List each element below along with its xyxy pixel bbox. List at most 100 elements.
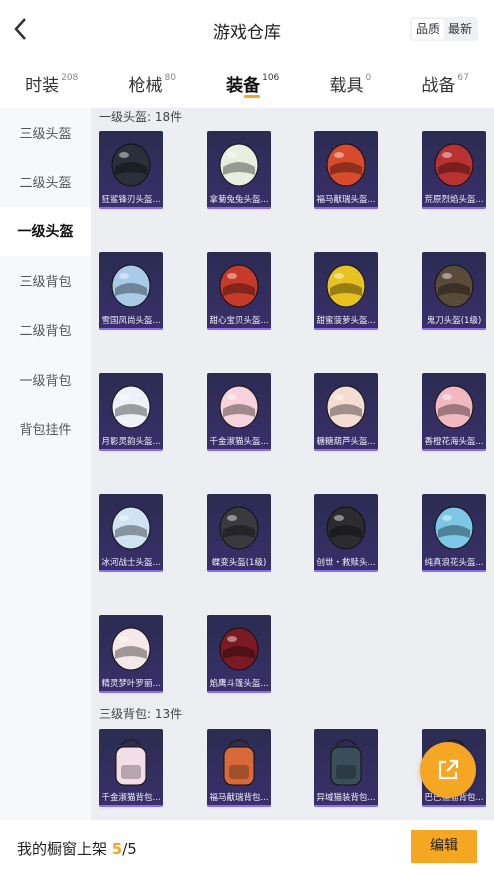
rarity-bar — [314, 328, 378, 330]
helmet-card[interactable]: 纯真浪花头盔... — [422, 494, 486, 572]
helmet-card[interactable]: 焰鹰斗篷头盔... — [207, 615, 271, 693]
item-name: 蝶变头盔(1级) — [211, 558, 267, 568]
tab-fashion[interactable]: 时装 208 — [25, 58, 78, 108]
helmet-icon — [434, 385, 474, 429]
item-name: 福马献瑞头盔... — [316, 195, 376, 205]
rarity-bar — [314, 570, 378, 572]
rarity-bar — [99, 449, 163, 451]
item-name: 千金淑猫背包... — [101, 793, 161, 803]
rarity-bar — [99, 805, 163, 807]
rarity-bar — [422, 328, 486, 330]
sidebar-item-backpack-lv2[interactable]: 二级背包 — [0, 305, 91, 354]
helmet-icon — [434, 264, 474, 308]
sidebar-item-helmet-lv2[interactable]: 二级头盔 — [0, 157, 91, 206]
item-name: 千金淑猫头盔... — [209, 437, 269, 447]
helmet-icon — [111, 264, 151, 308]
item-name: 鬼刀头盔(1级) — [426, 316, 482, 326]
rarity-bar — [314, 207, 378, 209]
helmet-card[interactable]: 甜蜜菠萝头盔... — [314, 252, 378, 330]
rarity-bar — [99, 328, 163, 330]
helmet-card[interactable]: 冰河战士头盔... — [99, 494, 163, 572]
tab-weapons[interactable]: 枪械 80 — [128, 58, 175, 108]
helmet-card[interactable]: 糖糖葫芦头盔... — [314, 373, 378, 451]
sidebar-item-helmet-lv3[interactable]: 三级头盔 — [0, 108, 91, 157]
tab-label: 枪械 — [128, 76, 163, 96]
helmet-icon — [326, 385, 366, 429]
item-name: 香橙花海头盔... — [424, 437, 484, 447]
rarity-bar — [422, 570, 486, 572]
section-title-backpacks: 三级背包: 13件 — [99, 707, 183, 721]
tab-equipment[interactable]: 装备 106 — [226, 58, 279, 108]
helmet-icon — [111, 627, 151, 671]
helmet-icon — [219, 264, 259, 308]
item-name: 荒原烈焰头盔... — [424, 195, 484, 205]
tab-supplies[interactable]: 战备 67 — [421, 58, 468, 108]
item-name: 雪国凤尚头盔... — [101, 316, 161, 326]
helmet-icon — [111, 385, 151, 429]
shelf-status: 我的橱窗上架 5/5 — [17, 838, 137, 859]
helmet-card[interactable]: 甜心宝贝头盔... — [207, 252, 271, 330]
sidebar-item-backpack-lv3[interactable]: 三级背包 — [0, 256, 91, 305]
tab-vehicles[interactable]: 载具 0 — [329, 58, 371, 108]
helmet-card[interactable]: 创世・救赎头... — [314, 494, 378, 572]
rarity-bar — [99, 570, 163, 572]
item-name: 纯真浪花头盔... — [424, 558, 484, 568]
tab-count: 80 — [164, 73, 176, 84]
helmet-card[interactable]: 荒原烈焰头盔... — [422, 131, 486, 209]
helmet-icon — [326, 143, 366, 187]
helmet-card[interactable]: 雪国凤尚头盔... — [99, 252, 163, 330]
rarity-bar — [422, 449, 486, 451]
helmet-card[interactable]: 精灵梦叶罗丽... — [99, 615, 163, 693]
item-name: 拿菊兔兔头盔... — [209, 195, 269, 205]
backpack-card[interactable]: 异域猫装背包... — [314, 729, 378, 807]
sort-latest[interactable]: 最新 — [444, 19, 476, 39]
rarity-bar — [314, 805, 378, 807]
sidebar-item-helmet-lv1[interactable]: 一级头盔 — [0, 206, 91, 256]
helmet-card[interactable]: 福马献瑞头盔... — [314, 131, 378, 209]
rarity-bar — [207, 328, 271, 330]
app-header: 游戏仓库 品质 最新 — [0, 0, 494, 58]
helmet-card[interactable]: 鬼刀头盔(1级) — [422, 252, 486, 330]
helmet-card[interactable]: 狂鲨锋刃头盔... — [99, 131, 163, 209]
sidebar: 三级头盔 二级头盔 一级头盔 三级背包 二级背包 一级背包 背包挂件 — [0, 108, 91, 820]
helmet-card[interactable]: 蝶变头盔(1级) — [207, 494, 271, 572]
helmet-icon — [219, 506, 259, 550]
item-name: 狂鲨锋刃头盔... — [101, 195, 161, 205]
item-name: 异域猫装背包... — [316, 793, 376, 803]
edit-button[interactable]: 编辑 — [411, 830, 477, 863]
backpack-card[interactable]: 福马献瑞背包... — [207, 729, 271, 807]
backpack-card[interactable]: 千金淑猫背包... — [99, 729, 163, 807]
helmet-card[interactable]: 千金淑猫头盔... — [207, 373, 271, 451]
item-name: 精灵梦叶罗丽... — [101, 679, 161, 689]
rarity-bar — [314, 449, 378, 451]
tab-count: 0 — [365, 73, 372, 84]
shelf-label: 我的橱窗上架 — [17, 840, 108, 858]
helmet-icon — [326, 264, 366, 308]
sidebar-item-backpack-lv1[interactable]: 一级背包 — [0, 354, 91, 403]
sort-toggle[interactable]: 品质 最新 — [409, 17, 478, 41]
tab-label: 载具 — [329, 76, 364, 96]
tab-count: 106 — [262, 73, 280, 84]
rarity-bar — [207, 449, 271, 451]
sidebar-item-pendant[interactable]: 背包挂件 — [0, 404, 91, 453]
tab-label: 战备 — [421, 76, 456, 96]
share-external-icon — [438, 759, 459, 780]
rarity-bar — [207, 207, 271, 209]
helmet-card[interactable]: 拿菊兔兔头盔... — [207, 131, 271, 209]
helmet-icon — [434, 143, 474, 187]
helmet-icon — [219, 627, 259, 671]
item-name: 糖糖葫芦头盔... — [316, 437, 376, 447]
sort-quality[interactable]: 品质 — [411, 19, 444, 39]
helmet-icon — [219, 385, 259, 429]
section-title-helmets: 一级头盔: 18件 — [99, 110, 183, 124]
backpack-icon — [330, 739, 362, 786]
share-fab[interactable] — [420, 742, 476, 798]
rarity-bar — [422, 805, 486, 807]
helmet-card[interactable]: 香橙花海头盔... — [422, 373, 486, 451]
tab-label: 时装 — [25, 76, 60, 96]
helmet-card[interactable]: 月影灵韵头盔... — [99, 373, 163, 451]
helmet-icon — [219, 143, 259, 187]
bottom-bar: 我的橱窗上架 5/5 编辑 — [0, 820, 494, 875]
backpack-icon — [115, 739, 147, 786]
tab-label: 装备 — [226, 76, 261, 96]
